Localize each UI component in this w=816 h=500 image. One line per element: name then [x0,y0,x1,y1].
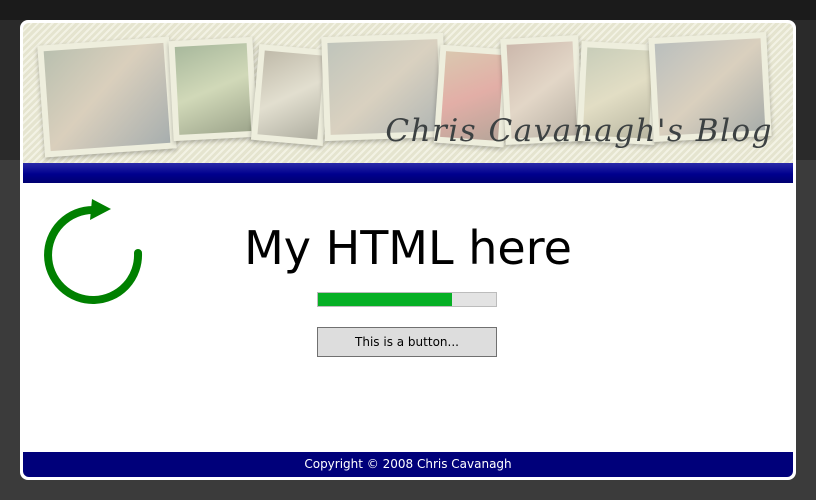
header-photo [37,36,177,158]
copyright-text: Copyright © 2008 Chris Cavanagh [304,457,512,471]
footer: Copyright © 2008 Chris Cavanagh [23,452,793,477]
nav-bar [23,163,793,183]
demo-button[interactable]: This is a button... [317,327,497,357]
header-photo [250,44,332,146]
blog-header-banner: Chris Cavanagh's Blog [23,23,793,163]
progress-bar-fill [318,293,452,306]
blog-frame: Chris Cavanagh's Blog My HTML here This … [20,20,796,480]
header-photo [168,36,258,142]
main-heading: My HTML here [244,221,572,275]
blog-title[interactable]: Chris Cavanagh's Blog [385,113,773,149]
progress-bar [317,292,497,307]
